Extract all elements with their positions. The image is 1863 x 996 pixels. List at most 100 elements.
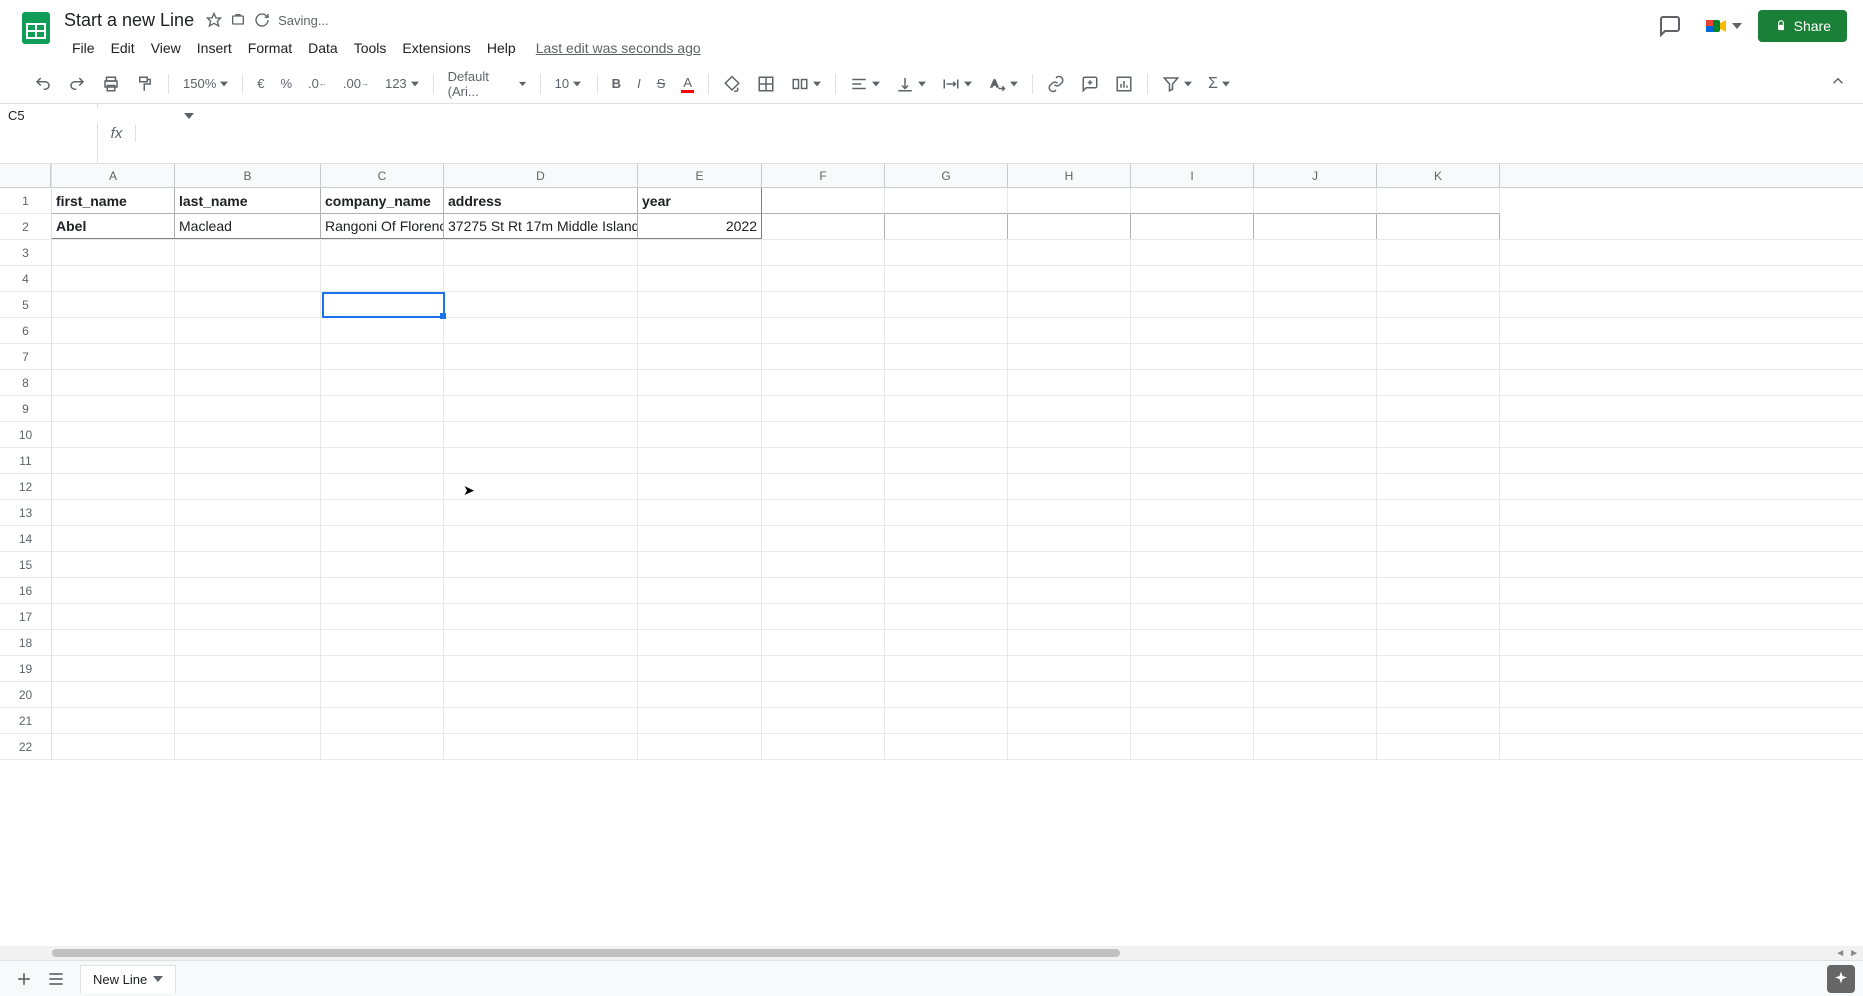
cell[interactable] [175,448,321,473]
cell[interactable] [321,292,444,317]
cell[interactable] [638,266,762,291]
row-header[interactable]: 4 [0,266,51,292]
cell[interactable] [444,500,638,525]
cell[interactable] [638,396,762,421]
cell[interactable] [321,630,444,655]
cell[interactable] [1008,344,1131,369]
cell[interactable] [52,266,175,291]
menu-file[interactable]: File [64,36,103,60]
cell[interactable] [321,422,444,447]
cell[interactable] [762,370,885,395]
cell[interactable] [321,708,444,733]
cell[interactable] [52,604,175,629]
cell[interactable] [1131,422,1254,447]
horizontal-scrollbar[interactable]: ◄ ► [0,946,1863,960]
cell[interactable] [175,500,321,525]
cell[interactable] [52,292,175,317]
row-header[interactable]: 13 [0,500,51,526]
cell[interactable] [175,552,321,577]
row-header[interactable]: 8 [0,370,51,396]
share-button[interactable]: Share [1758,10,1847,42]
column-header[interactable]: B [175,164,321,187]
cell[interactable] [52,396,175,421]
cell[interactable] [1008,474,1131,499]
cell[interactable] [1254,344,1377,369]
cell[interactable] [1008,682,1131,707]
cell[interactable] [1131,292,1254,317]
cell[interactable] [444,682,638,707]
cell[interactable] [1254,604,1377,629]
cell[interactable] [638,500,762,525]
cell[interactable] [638,552,762,577]
row-header[interactable]: 20 [0,682,51,708]
cell[interactable] [175,630,321,655]
cell[interactable] [321,448,444,473]
text-color-icon[interactable]: A [675,71,700,97]
all-sheets-icon[interactable] [40,963,72,995]
cell[interactable] [52,500,175,525]
cell[interactable] [321,318,444,343]
cell[interactable] [1254,630,1377,655]
row-header[interactable]: 15 [0,552,51,578]
text-wrap-dropdown[interactable] [936,71,978,97]
cell[interactable] [762,422,885,447]
cell[interactable] [444,240,638,265]
cell[interactable] [885,396,1008,421]
decrease-decimal-button[interactable]: .0← [302,72,333,95]
cell[interactable] [52,526,175,551]
cell[interactable] [1377,682,1500,707]
cell[interactable] [321,396,444,421]
cell[interactable] [175,422,321,447]
font-dropdown[interactable]: Default (Ari... [442,65,532,103]
cell[interactable] [1008,448,1131,473]
cell[interactable] [175,656,321,681]
cell[interactable] [885,604,1008,629]
cell[interactable] [1377,266,1500,291]
cell[interactable] [1377,292,1500,317]
row-header[interactable]: 22 [0,734,51,760]
cell[interactable] [1008,708,1131,733]
scroll-left-icon[interactable]: ◄ [1835,948,1845,959]
cell[interactable] [52,630,175,655]
cell[interactable] [762,396,885,421]
cell[interactable] [638,422,762,447]
scrollbar-thumb[interactable] [52,949,1120,957]
cell[interactable] [1131,578,1254,603]
cell[interactable] [321,474,444,499]
cell[interactable] [885,318,1008,343]
cell[interactable] [1131,370,1254,395]
italic-icon[interactable]: I [631,72,647,95]
cell[interactable] [1377,396,1500,421]
cell[interactable] [52,344,175,369]
cell[interactable] [1254,422,1377,447]
cell[interactable] [175,266,321,291]
cell[interactable] [1254,188,1377,214]
cell[interactable] [321,734,444,759]
column-header[interactable]: C [321,164,444,187]
cell[interactable] [1008,318,1131,343]
menu-extensions[interactable]: Extensions [394,36,478,60]
cell[interactable] [1377,370,1500,395]
cell[interactable] [1131,604,1254,629]
row-header[interactable]: 17 [0,604,51,630]
cell[interactable] [1131,682,1254,707]
filter-dropdown[interactable] [1156,71,1198,97]
text-rotation-dropdown[interactable]: A [982,71,1024,97]
cell[interactable] [1254,578,1377,603]
cell[interactable] [175,708,321,733]
number-format-dropdown[interactable]: 123 [379,72,425,95]
cell[interactable] [1377,188,1500,214]
cell[interactable] [1131,214,1254,239]
cell[interactable] [1008,370,1131,395]
row-header[interactable]: 14 [0,526,51,552]
column-header[interactable]: F [762,164,885,187]
row-header[interactable]: 3 [0,240,51,266]
scroll-right-icon[interactable]: ► [1849,948,1859,959]
cell[interactable] [52,734,175,759]
vertical-align-dropdown[interactable] [890,71,932,97]
cell[interactable] [321,344,444,369]
row-header[interactable]: 1 [0,188,51,214]
cell[interactable] [321,682,444,707]
menu-help[interactable]: Help [479,36,524,60]
cell[interactable] [52,552,175,577]
